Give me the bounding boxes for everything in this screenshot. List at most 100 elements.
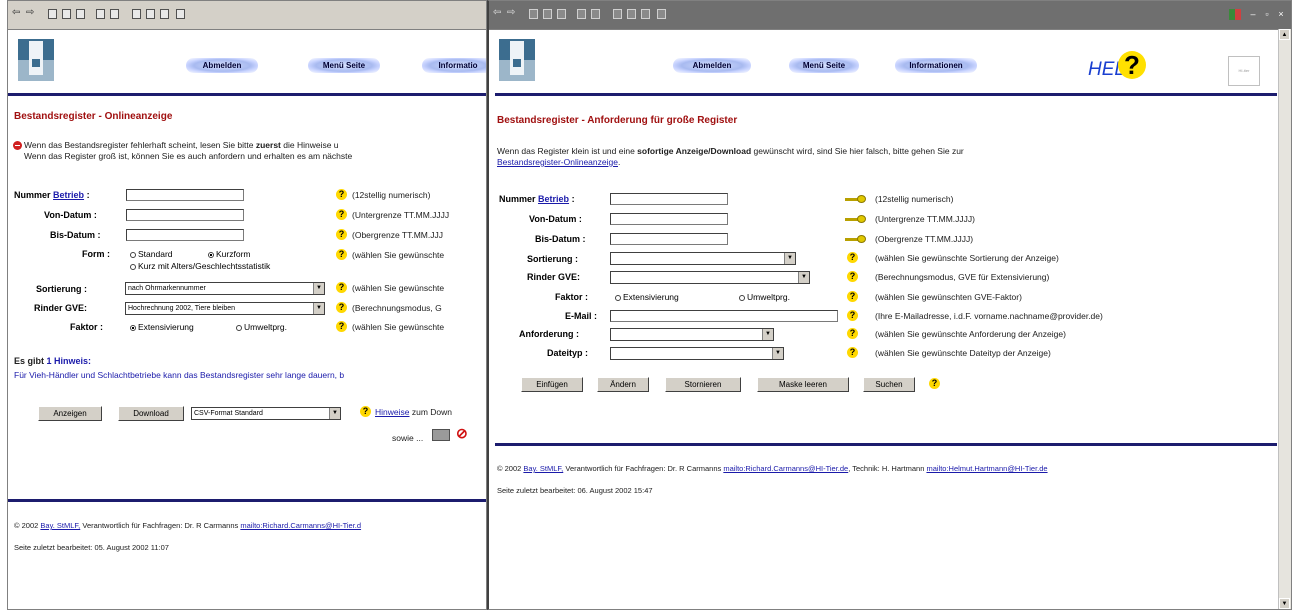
radio-kurzform[interactable]: Kurzform xyxy=(208,249,250,259)
anforderung-select[interactable]: ▼ xyxy=(610,328,774,341)
hartmann-mail-link[interactable]: mailto:Helmut.Hartmann@HI-Tier.de xyxy=(926,464,1047,473)
betrieb-link[interactable]: Betrieb xyxy=(53,190,84,200)
stmlf-link[interactable]: Bay. StMLF, xyxy=(40,521,80,530)
nav-menu-seite[interactable]: Menü Seite xyxy=(789,58,859,73)
email-input[interactable] xyxy=(610,310,838,322)
search-icon[interactable] xyxy=(96,9,105,19)
vertical-scrollbar[interactable]: ▲ ▼ xyxy=(1278,29,1291,609)
rinder-gve-select[interactable]: Hochrechnung 2002, Tiere bleiben ▼ xyxy=(125,302,325,315)
right-header: Abmelden Menü Seite Informationen HELP ?… xyxy=(489,29,1291,93)
help-icon[interactable]: ? xyxy=(336,302,347,313)
bis-datum-input[interactable] xyxy=(126,229,244,241)
forward-icon[interactable]: ⇨ xyxy=(26,7,34,18)
favorites-icon[interactable] xyxy=(110,9,119,19)
windows-flag-icon xyxy=(1229,9,1241,20)
help-icon[interactable]: ? xyxy=(360,406,371,417)
help-icon[interactable]: ? xyxy=(336,189,347,200)
nummer-input[interactable] xyxy=(126,189,244,201)
maske-leeren-button[interactable]: Maske leeren xyxy=(757,377,849,392)
refresh-icon[interactable] xyxy=(543,9,552,19)
chevron-down-icon: ▼ xyxy=(313,283,324,294)
help-button[interactable]: HELP ? xyxy=(1088,49,1168,83)
edit-icon[interactable] xyxy=(657,9,666,19)
no-pdf-icon[interactable]: ⊘ xyxy=(456,425,468,442)
left-toolbar: ⇦ ⇨ xyxy=(8,1,486,30)
nav-menu-seite[interactable]: Menü Seite xyxy=(308,58,380,73)
von-datum-input[interactable] xyxy=(610,213,728,225)
hinweise-link[interactable]: Hinweise xyxy=(375,407,410,417)
onlineanzeige-link[interactable]: Bestandsregister-Onlineanzeige xyxy=(497,157,618,167)
einfuegen-button[interactable]: Einfügen xyxy=(521,377,583,392)
help-icon[interactable]: ? xyxy=(847,291,858,302)
von-datum-input[interactable] xyxy=(126,209,244,221)
bis-datum-label: Bis-Datum : xyxy=(50,230,101,240)
print-icon[interactable] xyxy=(641,9,650,19)
mail-icon[interactable] xyxy=(627,9,636,19)
stop-icon[interactable] xyxy=(529,9,538,19)
sortierung-select[interactable]: nach Ohrmarkennummer ▼ xyxy=(125,282,325,295)
help-icon[interactable]: ? xyxy=(847,328,858,339)
help-icon[interactable]: ? xyxy=(847,252,858,263)
stornieren-button[interactable]: Stornieren xyxy=(665,377,741,392)
sortierung-select[interactable]: ▼ xyxy=(610,252,796,265)
download-button[interactable]: Download xyxy=(118,406,184,421)
maximize-icon[interactable]: ▫ xyxy=(1261,9,1273,20)
radio-umweltprg[interactable]: Umweltprg. xyxy=(236,322,287,332)
search-icon[interactable] xyxy=(577,9,586,19)
carmanns-mail-link[interactable]: mailto:Richard.Carmanns@HI-Tier.de xyxy=(723,464,848,473)
betrieb-link[interactable]: Betrieb xyxy=(538,194,569,204)
nav-abmelden[interactable]: Abmelden xyxy=(673,58,751,73)
close-icon[interactable]: × xyxy=(1275,9,1287,20)
nav-informationen[interactable]: Informationen xyxy=(895,58,977,73)
hint-dateityp: (wählen Sie gewünschte Dateityp der Anze… xyxy=(875,348,1051,358)
suchen-button[interactable]: Suchen xyxy=(863,377,915,392)
aendern-button[interactable]: Ändern xyxy=(597,377,649,392)
minimize-icon[interactable]: – xyxy=(1247,9,1259,20)
nav-abmelden[interactable]: Abmelden xyxy=(186,58,258,73)
refresh-icon[interactable] xyxy=(62,9,71,19)
help-icon[interactable]: ? xyxy=(847,310,858,321)
home-icon[interactable] xyxy=(76,9,85,19)
hinweis-link[interactable]: 1 Hinweis: xyxy=(47,356,92,366)
back-icon[interactable]: ⇦ xyxy=(493,7,501,18)
help-icon[interactable]: ? xyxy=(336,282,347,293)
history-icon[interactable] xyxy=(613,9,622,19)
mail-icon[interactable] xyxy=(146,9,155,19)
carmanns-mail-link[interactable]: mailto:Richard.Carmanns@HI-Tier.d xyxy=(240,521,361,530)
radio-umweltprg[interactable]: Umweltprg. xyxy=(739,292,790,302)
forward-icon[interactable]: ⇨ xyxy=(507,7,515,18)
nummer-input[interactable] xyxy=(610,193,728,205)
help-icon[interactable]: ? xyxy=(847,347,858,358)
bis-datum-input[interactable] xyxy=(610,233,728,245)
help-icon[interactable]: ? xyxy=(336,321,347,332)
von-datum-label: Von-Datum : xyxy=(44,210,97,220)
radio-extensivierung[interactable]: Extensivierung xyxy=(615,292,679,302)
help-icon[interactable]: ? xyxy=(847,271,858,282)
radio-extensivierung[interactable]: Extensivierung xyxy=(130,322,194,332)
scroll-down-icon[interactable]: ▼ xyxy=(1279,598,1290,609)
nav-informationen[interactable]: Informatio xyxy=(422,58,486,73)
scroll-up-icon[interactable]: ▲ xyxy=(1279,29,1290,40)
help-icon[interactable]: ? xyxy=(336,209,347,220)
print-icon[interactable] xyxy=(160,9,169,19)
stop-icon[interactable] xyxy=(48,9,57,19)
radio-kurz-statistik[interactable]: Kurz mit Alters/Geschlechtsstatistik xyxy=(130,261,270,271)
footer-rule xyxy=(8,499,486,502)
dateityp-label: Dateityp : xyxy=(547,348,589,358)
footer-rule xyxy=(495,443,1277,446)
favorites-icon[interactable] xyxy=(591,9,600,19)
stmlf-link[interactable]: Bay. StMLF, xyxy=(523,464,563,473)
printer-icon[interactable] xyxy=(432,429,450,441)
anzeigen-button[interactable]: Anzeigen xyxy=(38,406,102,421)
history-icon[interactable] xyxy=(132,9,141,19)
back-icon[interactable]: ⇦ xyxy=(12,7,20,18)
help-icon[interactable]: ? xyxy=(929,378,940,389)
help-icon[interactable]: ? xyxy=(336,249,347,260)
download-format-select[interactable]: CSV-Format Standard ▼ xyxy=(191,407,341,420)
rinder-gve-select[interactable]: ▼ xyxy=(610,271,810,284)
home-icon[interactable] xyxy=(557,9,566,19)
edit-icon[interactable] xyxy=(176,9,185,19)
radio-standard[interactable]: Standard xyxy=(130,249,173,259)
help-icon[interactable]: ? xyxy=(336,229,347,240)
dateityp-select[interactable]: ▼ xyxy=(610,347,784,360)
